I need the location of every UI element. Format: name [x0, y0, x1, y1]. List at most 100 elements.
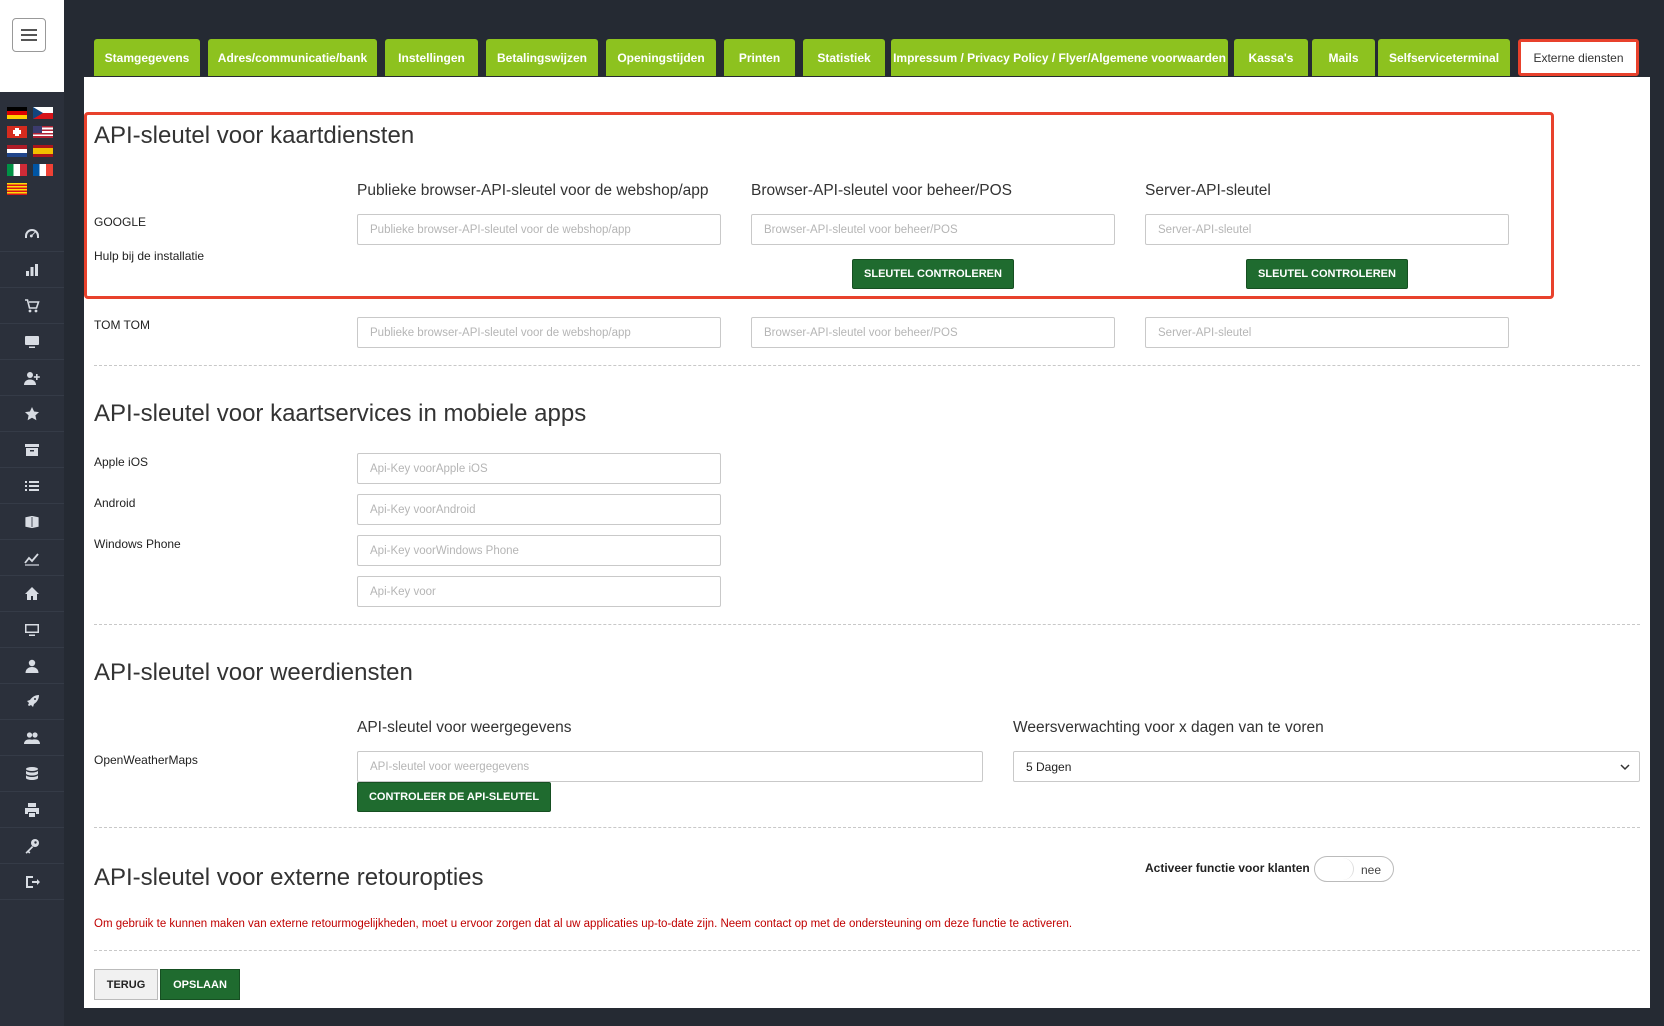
tomtom-label: TOM TOM [94, 318, 151, 332]
hamburger-menu-button[interactable] [12, 18, 46, 52]
google-browser-check-button[interactable]: SLEUTEL CONTROLEREN [852, 259, 1014, 289]
nav-settings[interactable] [0, 828, 64, 864]
flag-ca-icon[interactable] [7, 183, 27, 195]
android-label: Android [94, 496, 136, 510]
divider [94, 365, 1640, 366]
maps-col-public-key: Publieke browser-API-sleutel voor de web… [357, 182, 709, 199]
returns-warning: Om gebruik te kunnen maken van externe r… [94, 918, 1073, 930]
user-plus-icon [24, 371, 40, 385]
tab-stamgegevens[interactable]: Stamgegevens [94, 39, 200, 76]
google-label: GOOGLE [94, 215, 147, 229]
home-icon [25, 586, 39, 600]
menu-area [0, 0, 64, 92]
flag-es-icon[interactable] [33, 145, 53, 157]
maps-col-browser-key: Browser-API-sleutel voor beheer/POS [751, 182, 1013, 199]
flag-it-icon[interactable] [7, 164, 27, 176]
flag-us-icon[interactable] [33, 126, 53, 138]
windows-phone-label: Windows Phone [94, 537, 181, 551]
ios-key-input[interactable] [357, 453, 721, 484]
flag-fr-icon[interactable] [33, 164, 53, 176]
nav-print[interactable] [0, 792, 64, 828]
nav-book[interactable] [0, 504, 64, 540]
google-public-key-input[interactable] [357, 214, 721, 245]
monitor-icon [25, 335, 39, 348]
flag-de-icon[interactable] [7, 107, 27, 119]
key-icon [25, 838, 39, 854]
hamburger-icon [21, 29, 37, 41]
nav-user[interactable] [0, 648, 64, 684]
tab-openingstijden[interactable]: Openingstijden [606, 39, 716, 76]
nav-orders[interactable] [0, 288, 64, 324]
google-browser-key-input[interactable] [751, 214, 1115, 245]
nav-home[interactable] [0, 576, 64, 612]
nav-database[interactable] [0, 756, 64, 792]
bar-chart-icon [26, 263, 38, 276]
tab-selfserviceterminal[interactable]: Selfserviceterminal [1378, 39, 1510, 76]
nav-launch[interactable] [0, 684, 64, 720]
returns-section-title: API-sleutel voor externe retouropties [94, 864, 484, 891]
tomtom-public-key-input[interactable] [357, 317, 721, 348]
divider [94, 950, 1640, 951]
nav-favorites[interactable] [0, 396, 64, 432]
nav-monitor[interactable] [0, 324, 64, 360]
printer-icon [25, 802, 39, 817]
nav-add-user[interactable] [0, 360, 64, 396]
tab-betalingswijzen[interactable]: Betalingswijzen [486, 39, 598, 76]
nav-statistics[interactable] [0, 252, 64, 288]
logout-icon [26, 875, 40, 888]
cart-icon [25, 298, 40, 312]
tab-impressum[interactable]: Impressum / Privacy Policy / Flyer/Algem… [891, 39, 1228, 76]
nav-archive[interactable] [0, 432, 64, 468]
google-server-key-input[interactable] [1145, 214, 1509, 245]
chevron-down-icon [1620, 764, 1630, 771]
back-button[interactable]: TERUG [94, 969, 158, 1000]
nav-dashboard[interactable] [0, 216, 64, 252]
tab-externe-diensten[interactable]: Externe diensten [1518, 39, 1639, 76]
nav-users[interactable] [0, 720, 64, 756]
mobile-section-title: API-sleutel voor kaartservices in mobiel… [94, 400, 587, 427]
weather-check-button[interactable]: CONTROLEER DE API-SLEUTEL [357, 782, 551, 812]
tab-kassas[interactable]: Kassa's [1234, 39, 1308, 76]
flag-cz-icon[interactable] [33, 107, 53, 119]
weather-col-key: API-sleutel voor weergegevens [357, 719, 572, 736]
divider [94, 827, 1640, 828]
android-key-input[interactable] [357, 494, 721, 525]
tab-instellingen[interactable]: Instellingen [385, 39, 478, 76]
list-icon [25, 480, 39, 491]
tab-printen[interactable]: Printen [724, 39, 795, 76]
tab-statistiek[interactable]: Statistiek [803, 39, 885, 76]
nav-logout[interactable] [0, 864, 64, 900]
desktop-icon [25, 623, 39, 636]
other-key-input[interactable] [357, 576, 721, 607]
google-server-check-button[interactable]: SLEUTEL CONTROLEREN [1246, 259, 1408, 289]
tomtom-server-key-input[interactable] [1145, 317, 1509, 348]
toggle-knob [1316, 858, 1354, 880]
forecast-days-select[interactable]: 5 Dagen [1013, 751, 1640, 782]
nav-desktop[interactable] [0, 612, 64, 648]
maps-col-server-key: Server-API-sleutel [1145, 182, 1271, 199]
openweathermaps-label: OpenWeatherMaps [94, 753, 198, 767]
tab-adres[interactable]: Adres/communicatie/bank [208, 39, 377, 76]
weather-key-input[interactable] [357, 751, 983, 782]
dashboard-icon [25, 228, 39, 238]
toggle-value: nee [1360, 863, 1381, 877]
installation-help-link[interactable]: Hulp bij de installatie [94, 249, 204, 263]
ios-label: Apple iOS [94, 455, 149, 469]
flag-ch-icon[interactable] [7, 126, 27, 138]
users-icon [24, 731, 40, 744]
star-icon [25, 406, 39, 420]
windows-phone-key-input[interactable] [357, 535, 721, 566]
activate-feature-toggle[interactable]: nee [1314, 856, 1394, 882]
user-icon [25, 659, 39, 673]
nav-trends[interactable] [0, 540, 64, 576]
rocket-icon [27, 694, 39, 707]
flag-nl-icon[interactable] [7, 145, 27, 157]
nav-list[interactable] [0, 468, 64, 504]
database-icon [26, 766, 38, 780]
tomtom-browser-key-input[interactable] [751, 317, 1115, 348]
tab-mails[interactable]: Mails [1312, 39, 1375, 76]
language-flags [7, 107, 57, 195]
divider [94, 624, 1640, 625]
sidebar [0, 0, 64, 1026]
save-button[interactable]: OPSLAAN [160, 969, 240, 1000]
